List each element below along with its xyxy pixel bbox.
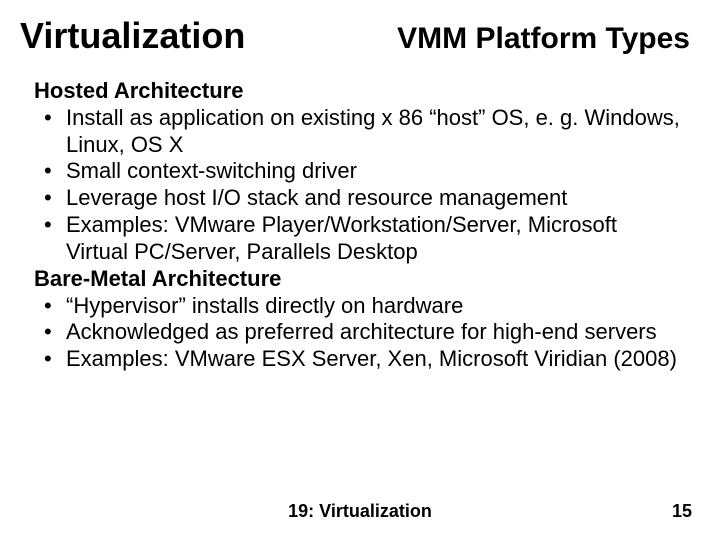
footer-text: 19: Virtualization (0, 501, 720, 522)
slide: Virtualization VMM Platform Types Hosted… (0, 0, 720, 540)
header: Virtualization VMM Platform Types (20, 0, 700, 57)
list-item: Install as application on existing x 86 … (62, 105, 680, 159)
list-item: Small context-switching driver (62, 158, 680, 185)
page-number: 15 (672, 501, 692, 522)
section-heading-baremetal: Bare-Metal Architecture (34, 266, 680, 293)
title-right: VMM Platform Types (397, 0, 700, 56)
section-heading-hosted: Hosted Architecture (34, 78, 680, 105)
list-item: Examples: VMware ESX Server, Xen, Micros… (62, 346, 680, 373)
list-item: Leverage host I/O stack and resource man… (62, 185, 680, 212)
body-content: Hosted Architecture Install as applicati… (34, 78, 680, 373)
list-item: Acknowledged as preferred architecture f… (62, 319, 680, 346)
bullet-list-baremetal: “Hypervisor” installs directly on hardwa… (34, 293, 680, 373)
list-item: Examples: VMware Player/Workstation/Serv… (62, 212, 680, 266)
list-item: “Hypervisor” installs directly on hardwa… (62, 293, 680, 320)
title-left: Virtualization (20, 13, 245, 57)
bullet-list-hosted: Install as application on existing x 86 … (34, 105, 680, 266)
